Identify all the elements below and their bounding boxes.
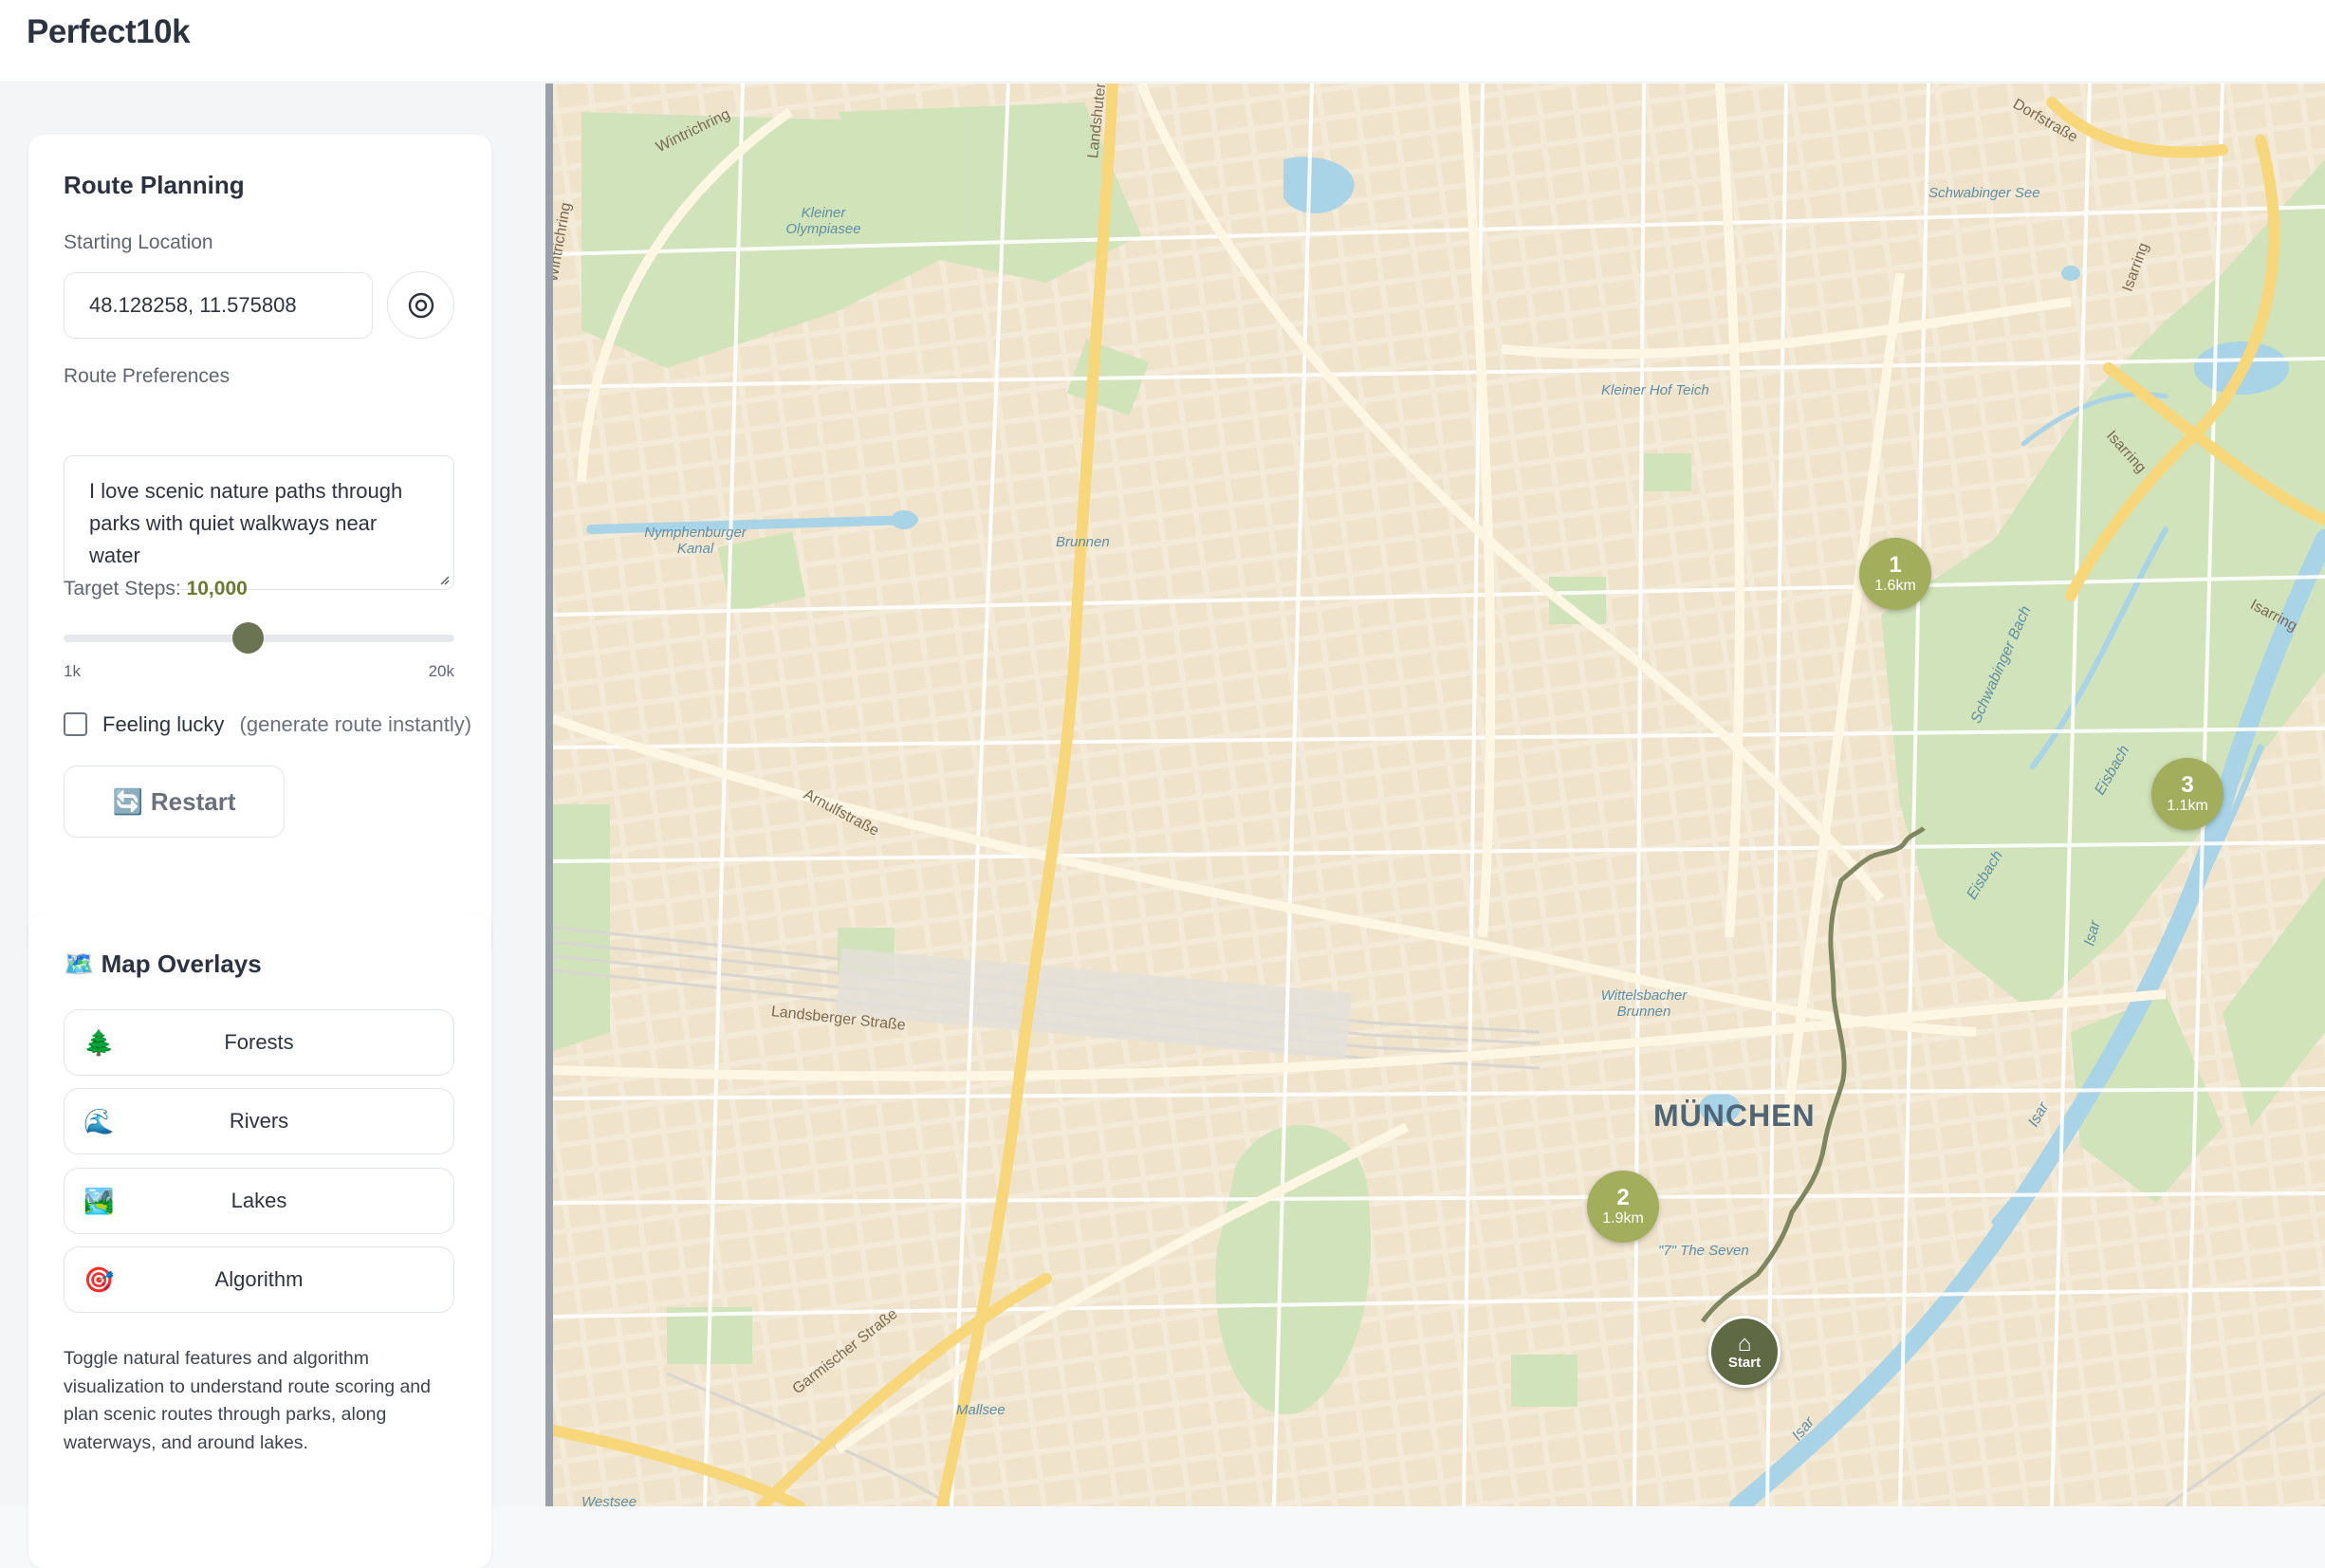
top-bar: Perfect10k (0, 0, 2325, 83)
slider-min-label: 1k (64, 662, 81, 680)
start-marker[interactable]: ⌂ Start (1708, 1316, 1781, 1388)
map-label-mallsee: Mallsee (956, 1402, 1006, 1418)
restart-icon: 🔄 (112, 786, 143, 816)
target-steps-label: Target Steps: (64, 578, 181, 600)
rivers-overlay-button[interactable]: 🌊 Rivers (64, 1088, 454, 1154)
route-planning-title: Route Planning (64, 171, 245, 199)
route-marker-3[interactable]: 3 1.1km (2151, 758, 2224, 830)
feeling-lucky-checkbox[interactable] (64, 712, 87, 736)
rivers-overlay-label: Rivers (229, 1109, 289, 1133)
algorithm-overlay-button[interactable]: 🎯 Algorithm (64, 1246, 454, 1313)
map-label-westsee: Westsee (581, 1494, 637, 1506)
resize-grip-icon[interactable] (438, 574, 450, 585)
slider-max-label: 20k (428, 662, 454, 680)
crosshair-target-icon (408, 292, 434, 318)
route-marker-1-number: 1 (1889, 552, 1902, 578)
feeling-lucky-hint: (generate route instantly) (239, 712, 472, 736)
forests-overlay-button[interactable]: 🌲 Forests (64, 1009, 454, 1076)
route-preferences-textarea[interactable]: I love scenic nature paths through parks… (64, 455, 454, 590)
lakes-overlay-label: Lakes (231, 1189, 287, 1212)
map-view[interactable]: Schwabinger See Kleiner Olympiasee Klein… (553, 83, 2325, 1506)
route-planning-card: Route Planning Starting Location 48.1282… (28, 135, 491, 957)
feeling-lucky-row: Feeling lucky (generate route instantly) (102, 712, 471, 737)
route-marker-1-distance: 1.6km (1874, 578, 1916, 594)
map-label-kleiner-hof-teich: Kleiner Hof Teich (1601, 382, 1709, 398)
route-preferences-label: Route Preferences (64, 365, 231, 387)
map-label-nymphenburger-kanal: Nymphenburger Kanal (644, 525, 747, 557)
overlays-description: Toggle natural features and algorithm vi… (64, 1348, 431, 1453)
route-marker-2-number: 2 (1616, 1185, 1630, 1210)
map-overlays-title: 🗺️ Map Overlays (64, 950, 262, 979)
target-steps-value: 10,000 (186, 578, 248, 600)
route-marker-3-number: 3 (2181, 772, 2194, 798)
restart-label: Restart (150, 786, 236, 816)
map-label-the-seven: "7" The Seven (1658, 1243, 1749, 1259)
map-overlays-card: 🗺️ Map Overlays 🌲 Forests 🌊 Rivers 🏞️ La… (28, 913, 491, 1568)
target-steps-slider-thumb[interactable] (231, 622, 264, 654)
starting-location-input[interactable]: 48.128258, 11.575808 (64, 272, 373, 339)
starting-location-label: Starting Location (64, 231, 213, 253)
target-steps-row: Target Steps: 10,000 (64, 578, 248, 600)
route-marker-2[interactable]: 2 1.9km (1587, 1171, 1659, 1243)
map-icon: 🗺️ (64, 950, 95, 978)
home-icon: ⌂ (1737, 1330, 1752, 1356)
lakes-overlay-button[interactable]: 🏞️ Lakes (64, 1168, 454, 1234)
start-marker-label: Start (1727, 1354, 1762, 1371)
map-overlays-title-text: Map Overlays (101, 950, 262, 978)
map-label-schwabinger-see: Schwabinger See (1928, 185, 2040, 201)
map-label-brunnen: Brunnen (1056, 534, 1110, 550)
route-marker-3-distance: 1.1km (2167, 798, 2208, 814)
locate-me-button[interactable] (387, 271, 454, 339)
algorithm-overlay-label: Algorithm (214, 1267, 304, 1291)
map-label-wittelsbacher-brunnen: Wittelsbacher Brunnen (1600, 987, 1688, 1020)
route-preferences-text: I love scenic nature paths through parks… (89, 479, 403, 567)
route-marker-2-distance: 1.9km (1602, 1210, 1644, 1227)
route-marker-1[interactable]: 1 1.6km (1859, 538, 1931, 610)
city-label: MÜNCHEN (1653, 1098, 1816, 1133)
restart-button[interactable]: 🔄 Restart (64, 766, 285, 838)
panel-resize-handle[interactable] (545, 83, 553, 1506)
forests-overlay-label: Forests (224, 1030, 294, 1054)
feeling-lucky-label[interactable]: Feeling lucky (102, 712, 224, 736)
app-title: Perfect10k (27, 13, 191, 50)
map-label-kleiner-olympiasee: Kleiner Olympiasee (785, 205, 861, 237)
sidebar: Route Planning Starting Location 48.1282… (0, 83, 545, 1568)
